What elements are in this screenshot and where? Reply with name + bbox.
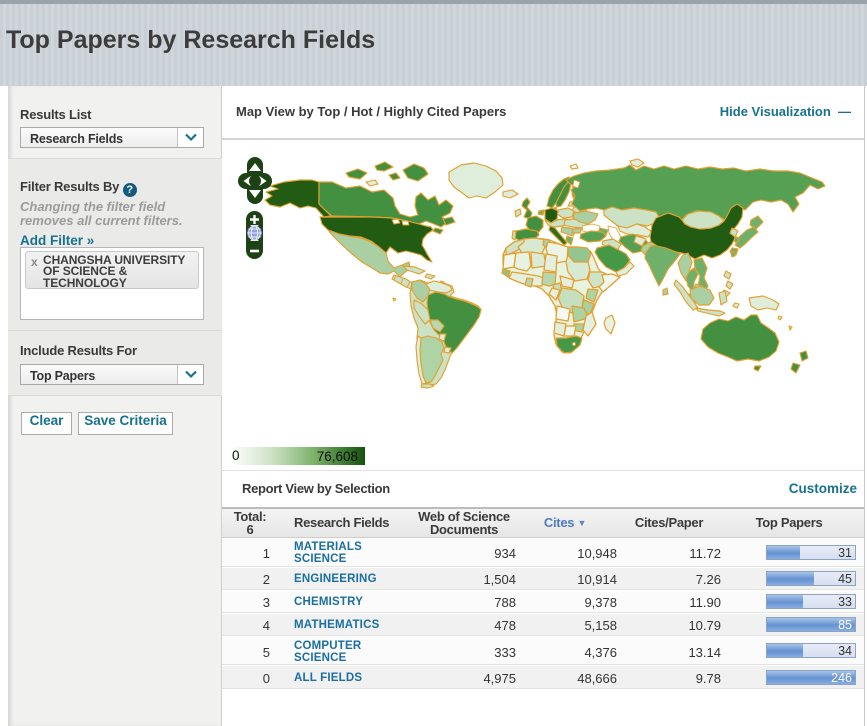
svg-text:76,608: 76,608 <box>317 449 358 464</box>
svg-text:0: 0 <box>232 448 240 463</box>
